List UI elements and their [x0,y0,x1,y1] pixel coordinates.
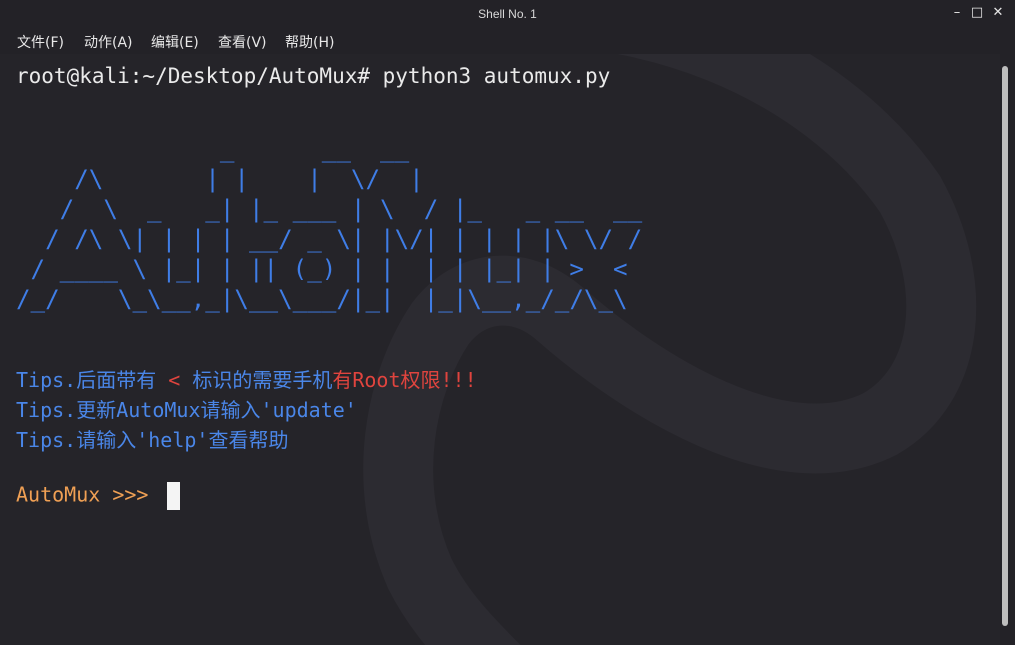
tip-line-update: Tips.更新AutoMux请输入'update' [16,398,357,422]
window-title: Shell No. 1 [478,7,537,21]
minimize-icon[interactable]: – [950,6,964,20]
text-cursor[interactable] [166,482,180,510]
command-line: root@kali:~/Desktop/AutoMux# python3 aut… [16,64,611,88]
input-prompt: AutoMux >>> [16,482,161,507]
input-prompt-line: AutoMux >>> [16,482,180,510]
title-bar: Shell No. 1 – □ ✕ [0,0,1015,28]
scrollbar-thumb[interactable] [1002,66,1008,626]
terminal-area[interactable]: root@kali:~/Desktop/AutoMux# python3 aut… [0,54,1000,645]
ascii-banner: _ __ __ /\ | | | \/ | / \ _ _| |_ ___ | … [16,135,643,313]
tip-prefix: Tips.后面带有 [16,368,169,392]
menu-file[interactable]: 文件(F) [17,32,64,52]
tip-marker: < [168,368,193,392]
menu-view[interactable]: 查看(V) [218,32,267,52]
tip-line-help: Tips.请输入'help'查看帮助 [16,428,289,452]
menu-edit[interactable]: 编辑(E) [151,32,199,52]
close-icon[interactable]: ✕ [991,6,1005,20]
tip-line-root: Tips.后面带有 < 标识的需要手机有Root权限!!! [16,364,477,393]
menu-bar: 文件(F) 动作(A) 编辑(E) 查看(V) 帮助(H) [0,28,1015,54]
scrollbar[interactable] [1000,54,1015,645]
menu-action[interactable]: 动作(A) [84,32,133,52]
menu-help[interactable]: 帮助(H) [285,32,334,52]
tip-root-warning: 有Root权限!!! [332,368,477,392]
tip-middle: 标识的需要手机 [192,368,333,392]
terminal-window: Shell No. 1 – □ ✕ 文件(F) 动作(A) 编辑(E) 查看(V… [0,0,1015,645]
maximize-icon[interactable]: □ [970,6,984,20]
